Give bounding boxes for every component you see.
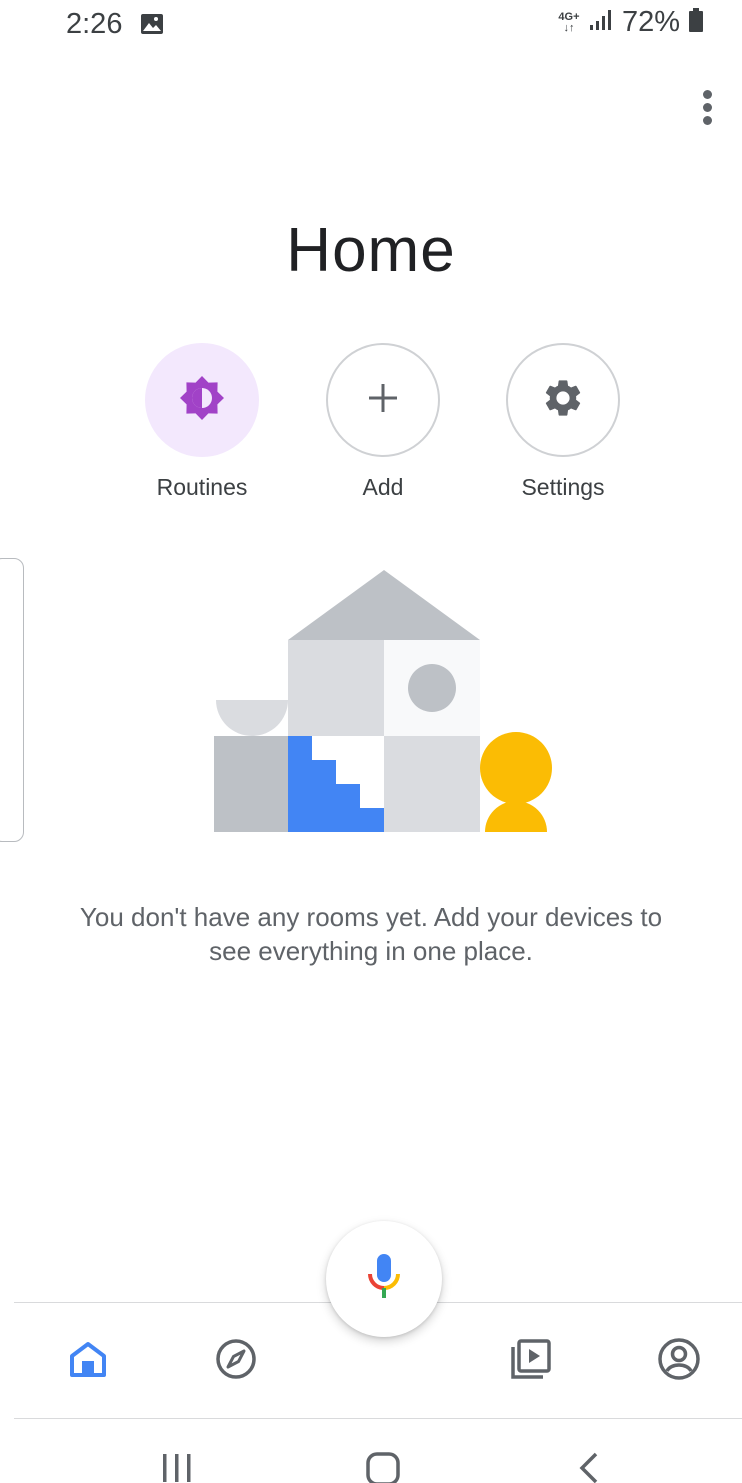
network-type: 4G+ ↓↑ <box>558 10 580 34</box>
routines-icon <box>178 374 226 427</box>
signal-icon <box>588 8 614 37</box>
network-label: 4G+ <box>558 10 580 23</box>
home-button-icon[interactable] <box>364 1448 402 1483</box>
explore-icon <box>214 1337 258 1386</box>
media-icon <box>509 1337 553 1386</box>
empty-home-illustration <box>214 570 554 839</box>
gear-icon <box>541 376 585 425</box>
nav-home[interactable] <box>65 1338 111 1384</box>
add-label: Add <box>362 474 404 500</box>
nav-media[interactable] <box>508 1338 554 1384</box>
edge-panel-handle[interactable] <box>0 558 24 842</box>
status-bar: 2:26 4G+ ↓↑ 72% <box>0 0 742 54</box>
plus-icon <box>366 381 400 420</box>
add-circle[interactable] <box>326 343 440 457</box>
recent-apps-icon[interactable] <box>160 1448 194 1483</box>
microphone-icon <box>366 1252 402 1307</box>
settings-circle[interactable] <box>506 343 620 457</box>
page-title: Home <box>286 216 456 285</box>
system-navigation <box>0 1430 742 1483</box>
home-icon <box>68 1339 108 1384</box>
routines-label: Routines <box>156 474 248 500</box>
settings-label: Settings <box>521 474 605 500</box>
back-icon[interactable] <box>576 1448 604 1483</box>
nav-account[interactable] <box>656 1337 702 1386</box>
empty-state-message: You don't have any rooms yet. Add your d… <box>79 902 663 966</box>
more-vert-icon[interactable] <box>694 86 722 130</box>
voice-search-button[interactable] <box>326 1221 442 1337</box>
network-arrows: ↓↑ <box>563 21 575 34</box>
battery-percentage: 72% <box>621 6 680 38</box>
add-button[interactable]: Add <box>298 343 468 501</box>
routines-button[interactable]: Routines <box>117 343 287 501</box>
gallery-icon <box>140 13 164 40</box>
status-indicators: 4G+ ↓↑ 72% <box>558 6 704 39</box>
nav-explore[interactable] <box>213 1338 259 1384</box>
screen: 2:26 4G+ ↓↑ 72% Home Routines Add Settin… <box>0 0 742 1483</box>
routines-circle[interactable] <box>145 343 259 457</box>
bottom-nav-bottom-divider <box>14 1418 742 1419</box>
account-icon <box>657 1337 701 1386</box>
status-time: 2:26 <box>66 8 123 40</box>
settings-button[interactable]: Settings <box>478 343 648 501</box>
battery-icon <box>688 7 704 38</box>
